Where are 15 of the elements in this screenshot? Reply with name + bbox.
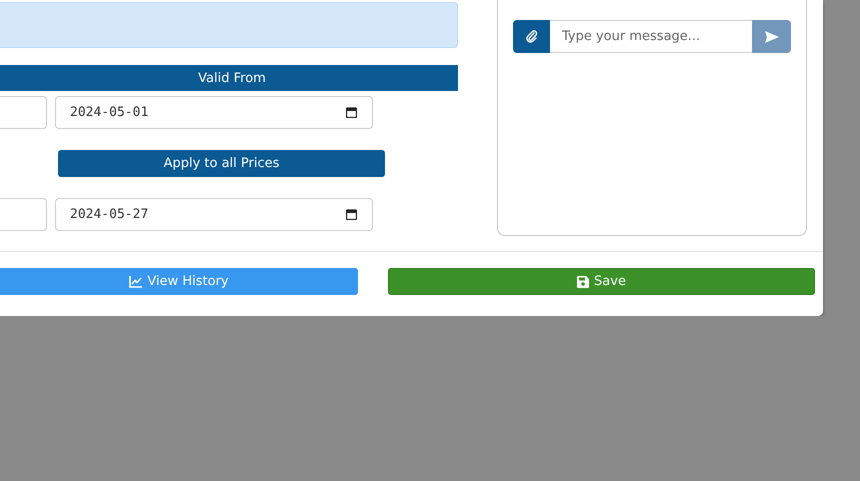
attach-button[interactable]	[513, 20, 550, 53]
date-field[interactable]: 2024-05-27	[55, 198, 373, 231]
send-button[interactable]	[752, 20, 791, 53]
input-field[interactable]	[0, 96, 47, 129]
calendar-icon[interactable]	[346, 209, 357, 220]
message-field[interactable]: Type your message...	[550, 20, 752, 53]
send-icon	[764, 30, 778, 42]
input-field[interactable]	[0, 198, 47, 231]
paperclip-icon	[526, 30, 538, 43]
calendar-icon[interactable]	[346, 107, 357, 118]
date-field[interactable]: 2024-05-01	[55, 96, 373, 129]
apply-button[interactable]: Apply to all Prices	[58, 150, 385, 177]
save-button[interactable]: Save	[388, 268, 815, 295]
line-chart-icon	[129, 276, 142, 288]
column-header: Valid From	[0, 65, 458, 91]
